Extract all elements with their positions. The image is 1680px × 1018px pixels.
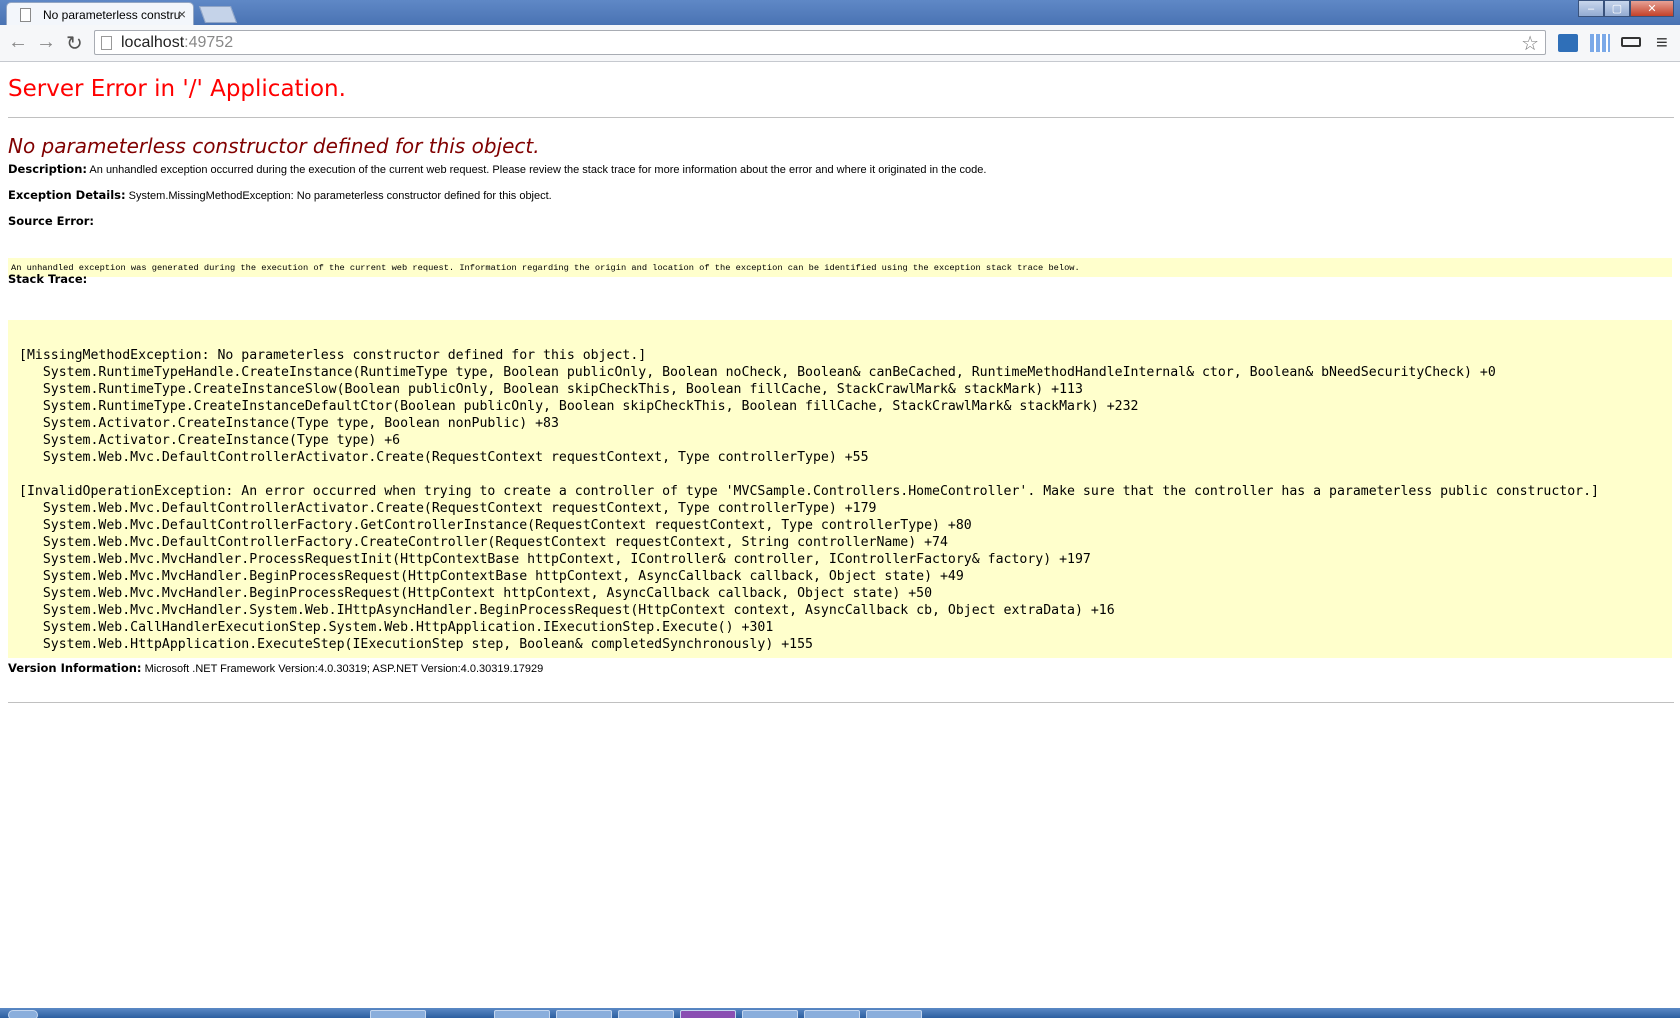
description-line: Description: An unhandled exception occu…: [8, 162, 986, 176]
page-icon: [20, 8, 31, 22]
exception-details-line: Exception Details: System.MissingMethodE…: [8, 188, 552, 202]
taskbar-app-button[interactable]: [804, 1010, 860, 1018]
source-error-line: Source Error:: [8, 214, 94, 228]
taskbar-app-button[interactable]: [556, 1010, 612, 1018]
source-error-text: An unhandled exception was generated dur…: [11, 263, 1080, 273]
browser-toolbar: ← → ↻ localhost:49752 ☆ ≡: [0, 25, 1680, 62]
browser-tab[interactable]: No parameterless constru ×: [6, 2, 194, 26]
forward-arrow-icon[interactable]: →: [36, 31, 56, 54]
back-arrow-icon[interactable]: ←: [8, 31, 28, 54]
url-text[interactable]: localhost:49752: [121, 34, 233, 52]
reload-icon[interactable]: ↻: [66, 31, 83, 56]
address-bar[interactable]: localhost:49752 ☆: [94, 30, 1546, 55]
description-label: Description:: [8, 162, 87, 176]
menu-icon[interactable]: ≡: [1656, 32, 1668, 55]
description-text: An unhandled exception occurred during t…: [86, 164, 987, 176]
version-label: Version Information:: [8, 661, 142, 675]
cast-extension-icon[interactable]: [1621, 37, 1641, 47]
start-button[interactable]: [8, 1010, 38, 1018]
minimize-button[interactable]: –: [1578, 0, 1604, 17]
taskbar-app-button[interactable]: [494, 1010, 550, 1018]
divider: [8, 702, 1674, 703]
maximize-button[interactable]: ▢: [1604, 0, 1630, 17]
bars-extension-icon[interactable]: [1590, 34, 1610, 52]
page-title: Server Error in '/' Application.: [8, 76, 346, 102]
os-taskbar: [0, 1008, 1680, 1018]
tab-title: No parameterless constru: [43, 8, 181, 22]
taskbar-app-button[interactable]: [866, 1010, 922, 1018]
new-tab-button[interactable]: [198, 6, 238, 23]
tab-close-icon[interactable]: ×: [178, 6, 186, 22]
close-window-button[interactable]: ✕: [1630, 0, 1674, 17]
error-message: No parameterless constructor defined for…: [8, 134, 540, 158]
version-info-line: Version Information: Microsoft .NET Fram…: [8, 661, 543, 675]
source-error-label: Source Error:: [8, 214, 95, 228]
stack-trace-box: [MissingMethodException: No parameterles…: [8, 320, 1672, 658]
exception-text: System.MissingMethodException: No parame…: [125, 190, 552, 202]
taskbar-app-button[interactable]: [680, 1010, 736, 1018]
window-controls: – ▢ ✕: [1578, 0, 1674, 19]
url-host: localhost: [121, 34, 185, 51]
bookmark-star-icon[interactable]: ☆: [1521, 31, 1539, 56]
stack-trace-line: Stack Trace:: [8, 272, 87, 286]
stack-trace-label: Stack Trace:: [8, 272, 88, 286]
page-icon: [101, 36, 112, 50]
stack-trace-text: [MissingMethodException: No parameterles…: [19, 348, 1599, 652]
taskbar-app-button[interactable]: [742, 1010, 798, 1018]
browser-titlebar: No parameterless constru × – ▢ ✕: [0, 0, 1680, 26]
taskbar-app-button[interactable]: [370, 1010, 426, 1018]
source-error-box: An unhandled exception was generated dur…: [8, 258, 1672, 277]
version-text: Microsoft .NET Framework Version:4.0.303…: [141, 663, 544, 675]
taskbar-app-button[interactable]: [618, 1010, 674, 1018]
exception-label: Exception Details:: [8, 188, 126, 202]
url-port: :49752: [184, 34, 234, 51]
divider: [8, 117, 1674, 118]
download-extension-icon[interactable]: [1558, 34, 1578, 52]
